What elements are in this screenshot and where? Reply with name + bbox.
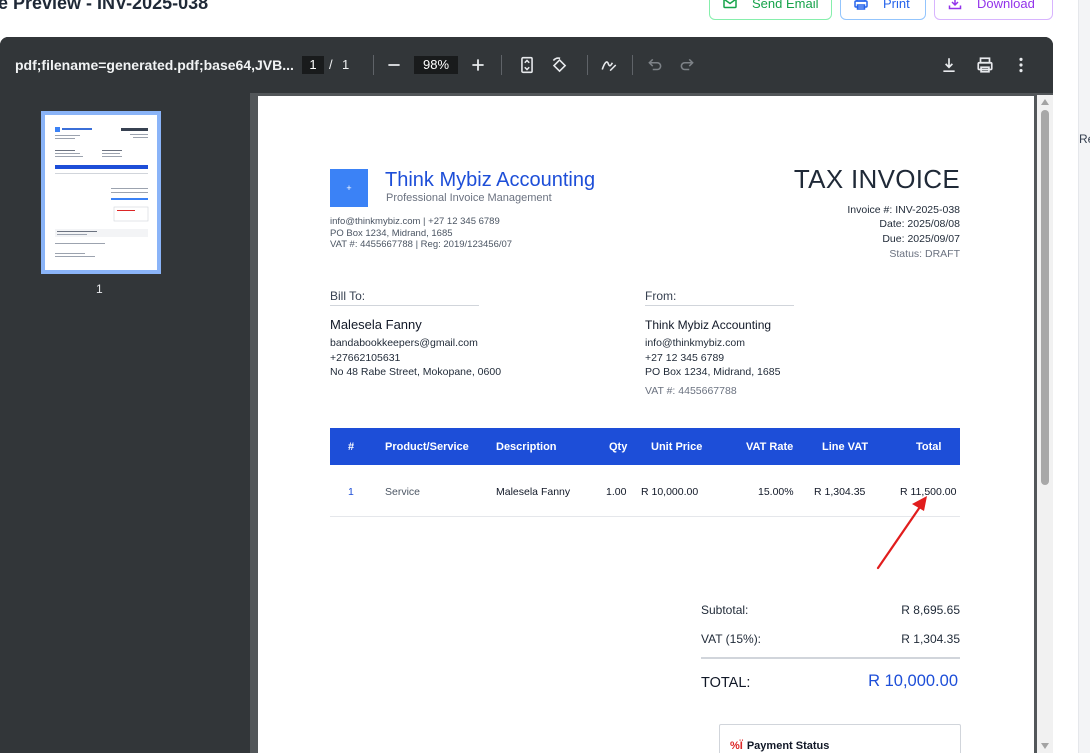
subtotal-value: R 8,695.65 — [901, 603, 960, 617]
totals-divider — [701, 657, 960, 659]
pdf-filename: pdf;filename=generated.pdf;base64,JVB... — [15, 57, 294, 73]
payment-status-box: %Ï Payment Status — [719, 724, 961, 753]
from-address: PO Box 1234, Midrand, 1685 — [645, 366, 781, 378]
total-value: R 10,000.00 — [868, 672, 958, 690]
redo-icon[interactable] — [677, 55, 697, 75]
print-label: Print — [883, 0, 910, 11]
row-description: Malesela Fanny — [496, 486, 571, 498]
page-title: e Preview - INV-2025-038 — [0, 0, 209, 13]
table-row-divider — [330, 516, 960, 517]
fit-page-icon[interactable] — [517, 55, 537, 75]
invoice-page: + Think Mybiz Accounting Professional In… — [258, 96, 1034, 753]
bill-to-name: Malesela Fanny — [330, 317, 422, 332]
invoice-title: TAX INVOICE — [793, 164, 960, 194]
page-separator: / — [329, 57, 333, 72]
background-page-strip: Re — [1078, 0, 1090, 753]
preview-header: e Preview - INV-2025-038 Send Email Prin… — [0, 0, 1090, 36]
row-total: R 11,500.00 — [900, 486, 957, 498]
undo-icon[interactable] — [645, 55, 665, 75]
rotate-icon[interactable] — [549, 55, 569, 75]
toolbar-divider — [373, 55, 374, 75]
pdf-toolbar: pdf;filename=generated.pdf;base64,JVB...… — [0, 37, 1053, 93]
thumbnail-page-number: 1 — [96, 282, 103, 296]
subtotal-label: Subtotal: — [701, 603, 749, 617]
zoom-in-icon[interactable] — [468, 55, 488, 75]
row-product: Service — [385, 486, 421, 498]
invoice-status: Status: DRAFT — [889, 248, 960, 260]
from-name: Think Mybiz Accounting — [645, 318, 772, 332]
thumbnail-sidebar: 1 — [0, 93, 250, 753]
column-header: Product/Service — [385, 441, 469, 453]
payment-status-label: Payment Status — [746, 740, 830, 752]
row-number: 1 — [348, 486, 354, 498]
row-line-vat: R 1,304.35 — [814, 486, 866, 498]
mail-icon — [723, 0, 737, 9]
row-unit-price: R 10,000.00 — [641, 486, 699, 498]
column-header: Line VAT — [822, 441, 869, 453]
total-label: TOTAL: — [701, 675, 751, 691]
zoom-out-icon[interactable] — [384, 55, 404, 75]
column-header: # — [348, 441, 355, 453]
download-icon — [948, 0, 962, 10]
column-header: Description — [496, 441, 557, 453]
bill-to-phone: +27662105631 — [330, 352, 401, 364]
row-vat-rate: 15.00% — [758, 486, 794, 498]
toolbar-divider — [587, 55, 588, 75]
print-icon[interactable] — [975, 55, 995, 75]
invoice-date: Date: 2025/08/08 — [879, 218, 960, 230]
invoice-number: Invoice #: INV-2025-038 — [847, 204, 960, 216]
download-icon[interactable] — [939, 55, 959, 75]
background-text-fragment: Re — [1079, 132, 1090, 146]
company-logo: + — [330, 169, 368, 207]
download-label: Download — [977, 0, 1035, 11]
company-address: PO Box 1234, Midrand, 1685 — [330, 228, 453, 239]
from-phone: +27 12 345 6789 — [645, 352, 725, 364]
company-vat-reg: VAT #: 4455667788 | Reg: 2019/123456/07 — [330, 239, 513, 250]
items-table-header: # Product/Service Description Qty Unit P… — [330, 428, 960, 465]
page-number-input[interactable]: 1 — [302, 56, 324, 74]
scroll-up-icon[interactable] — [1041, 99, 1049, 105]
company-name: Think Mybiz Accounting — [385, 169, 596, 191]
send-email-button[interactable]: Send Email — [709, 0, 832, 20]
payment-icon: %Ï — [730, 740, 743, 752]
page-thumbnail[interactable] — [41, 111, 161, 274]
more-options-icon[interactable] — [1011, 55, 1031, 75]
annotate-pen-icon[interactable] — [599, 55, 619, 75]
vertical-scrollbar[interactable] — [1037, 95, 1053, 753]
toolbar-divider — [501, 55, 502, 75]
bill-to-address: No 48 Rabe Street, Mokopane, 0600 — [330, 366, 502, 378]
toolbar-divider — [632, 55, 633, 75]
send-email-label: Send Email — [752, 0, 819, 11]
column-header: Total — [916, 441, 942, 453]
from-vat: VAT #: 4455667788 — [645, 385, 737, 397]
vat-label: VAT (15%): — [701, 632, 762, 646]
payment-status-title: %Ï Payment Status — [730, 740, 829, 752]
from-label: From: — [645, 289, 794, 306]
page-thumbnail-preview — [55, 127, 149, 257]
printer-icon — [854, 0, 868, 10]
row-qty: 1.00 — [606, 486, 627, 498]
vat-value: R 1,304.35 — [901, 632, 960, 646]
invoice-due: Due: 2025/09/07 — [882, 233, 960, 245]
zoom-input[interactable]: 98% — [414, 56, 458, 74]
column-header: Unit Price — [651, 441, 703, 453]
column-header: Qty — [609, 441, 628, 453]
print-button[interactable]: Print — [840, 0, 926, 20]
scrollbar-thumb[interactable] — [1041, 110, 1049, 485]
bill-to-label: Bill To: — [330, 289, 479, 306]
scroll-down-icon[interactable] — [1041, 743, 1049, 749]
from-email: info@thinkmybiz.com — [645, 337, 745, 349]
company-contact: info@thinkmybiz.com | +27 12 345 6789 — [330, 216, 500, 227]
page-total: 1 — [342, 57, 350, 72]
company-tagline: Professional Invoice Management — [386, 192, 552, 204]
download-button[interactable]: Download — [934, 0, 1053, 20]
column-header: VAT Rate — [746, 441, 794, 453]
bill-to-email: bandabookkeepers@gmail.com — [330, 337, 478, 349]
